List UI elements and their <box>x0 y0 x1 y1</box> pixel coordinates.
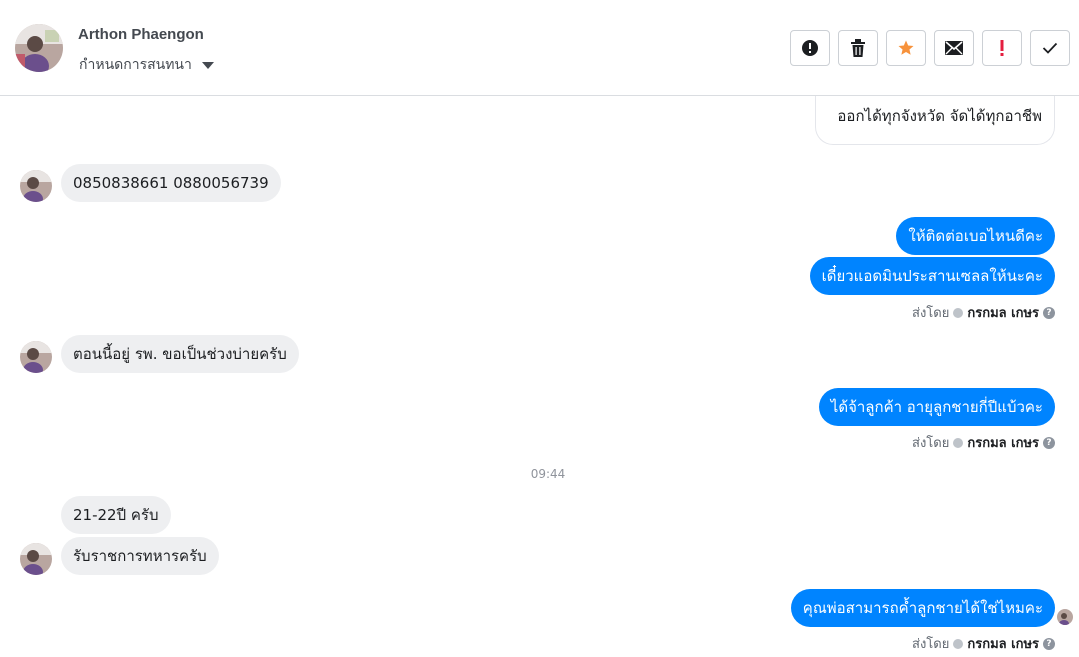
conversation-assign-label: กำหนดการสนทนา <box>79 57 192 73</box>
conversation-header: Arthon Phaengon กำหนดการสนทนา <box>0 0 1079 96</box>
message-incoming[interactable]: 21-22ปี ครับ <box>61 496 171 534</box>
message-text: ให้ติดต่อเบอไหนดีคะ <box>908 227 1043 245</box>
mark-done-button[interactable] <box>1030 30 1070 66</box>
message-outgoing[interactable]: ให้ติดต่อเบอไหนดีคะ <box>896 217 1055 255</box>
sent-by-agent: กรกมล เกษร <box>967 306 1039 321</box>
help-icon[interactable]: ? <box>1043 637 1055 650</box>
status-dot-icon <box>953 638 964 649</box>
caret-down-icon <box>201 61 214 69</box>
contact-name: Arthon Phaengon <box>78 26 204 43</box>
message-incoming-partial: ออกได้ทุกจังหวัด จัดได้ทุกอาชีพ <box>815 96 1055 145</box>
read-receipt-avatar <box>1057 609 1073 625</box>
message-text: 0850838661 0880056739 <box>73 174 269 192</box>
sent-by-label: ส่งโดย กรกมล เกษร ? <box>912 633 1055 654</box>
status-dot-icon <box>953 307 964 318</box>
sent-by-agent: กรกมล เกษร <box>967 436 1039 451</box>
message-text: คุณพ่อสามารถค้ำลูกชายได้ใช่ไหมคะ <box>802 599 1043 617</box>
conversation-toolbar <box>790 30 1070 66</box>
sender-avatar <box>20 170 52 202</box>
mark-unread-button[interactable] <box>934 30 974 66</box>
alert-circle-icon <box>802 40 818 56</box>
envelope-icon <box>945 41 963 55</box>
exclamation-icon <box>1000 40 1004 56</box>
message-incoming[interactable]: 0850838661 0880056739 <box>61 164 281 202</box>
message-text: ออกได้ทุกจังหวัด จัดได้ทุกอาชีพ <box>837 107 1042 125</box>
message-thread[interactable]: ออกได้ทุกจังหวัด จัดได้ทุกอาชีพ 08508386… <box>0 96 1079 657</box>
message-incoming[interactable]: ตอนนี้อยู่ รพ. ขอเป็นช่วงบ่ายครับ <box>61 335 299 373</box>
sent-by-prefix: ส่งโดย <box>912 306 950 321</box>
sent-by-label: ส่งโดย กรกมล เกษร ? <box>912 302 1055 323</box>
sent-by-agent: กรกมล เกษร <box>967 637 1039 652</box>
status-dot-icon <box>953 437 964 448</box>
sender-avatar <box>20 543 52 575</box>
message-text: 21-22ปี ครับ <box>73 506 159 524</box>
message-incoming[interactable]: รับราชการทหารครับ <box>61 537 219 575</box>
spam-button[interactable] <box>790 30 830 66</box>
trash-icon <box>851 39 865 57</box>
message-text: รับราชการทหารครับ <box>73 547 207 565</box>
message-text: ตอนนี้อยู่ รพ. ขอเป็นช่วงบ่ายครับ <box>73 345 287 363</box>
help-icon[interactable]: ? <box>1043 436 1055 449</box>
contact-avatar[interactable] <box>15 24 63 72</box>
delete-button[interactable] <box>838 30 878 66</box>
message-text: ได้จ้าลูกค้า อายุลูกชายกี่ปีแบ้วคะ <box>830 398 1043 416</box>
message-outgoing[interactable]: เดี๋ยวแอดมินประสานเซลลให้นะคะ <box>809 257 1055 295</box>
star-button[interactable] <box>886 30 926 66</box>
message-outgoing[interactable]: ได้จ้าลูกค้า อายุลูกชายกี่ปีแบ้วคะ <box>818 388 1055 426</box>
sent-by-prefix: ส่งโดย <box>912 436 950 451</box>
message-text: เดี๋ยวแอดมินประสานเซลลให้นะคะ <box>821 267 1043 285</box>
message-timestamp: 09:44 <box>530 467 566 481</box>
sent-by-label: ส่งโดย กรกมล เกษร ? <box>912 432 1055 453</box>
conversation-assign-dropdown[interactable]: กำหนดการสนทนา <box>79 54 214 76</box>
star-icon <box>898 40 914 55</box>
follow-up-button[interactable] <box>982 30 1022 66</box>
checkmark-icon <box>1042 42 1058 54</box>
sender-avatar <box>20 341 52 373</box>
message-outgoing[interactable]: คุณพ่อสามารถค้ำลูกชายได้ใช่ไหมคะ <box>790 589 1055 627</box>
help-icon[interactable]: ? <box>1043 306 1055 319</box>
sent-by-prefix: ส่งโดย <box>912 637 950 652</box>
